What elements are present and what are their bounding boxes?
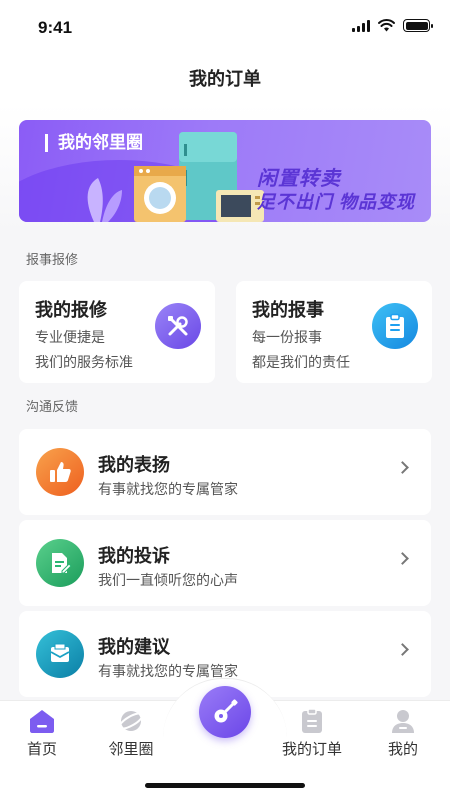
section-title-report: 报事报修	[26, 252, 79, 267]
report-card-line1: 每一份报事	[252, 329, 322, 345]
tab-neighborhood-label: 邻里圈	[108, 741, 154, 758]
battery-icon	[403, 19, 433, 32]
banner-slogan-line1: 闲置转卖	[257, 168, 341, 190]
report-card-line2: 都是我们的责任	[252, 354, 350, 370]
chevron-right-icon	[396, 461, 409, 474]
banner-label: 我的邻里圈	[45, 134, 143, 152]
section-title-feedback: 沟通反馈	[26, 399, 79, 414]
tab-orders[interactable]: 我的订单	[277, 708, 347, 759]
document-edit-icon	[36, 539, 84, 587]
status-bar: 9:41	[0, 0, 450, 56]
home-icon	[29, 708, 55, 734]
repair-card-title: 我的报修	[35, 300, 107, 320]
envelope-icon	[36, 630, 84, 678]
tab-home[interactable]: 首页	[7, 708, 77, 759]
repair-card-line2: 我们的服务标准	[35, 354, 133, 370]
chevron-right-icon	[396, 643, 409, 656]
praise-title: 我的表扬	[98, 455, 170, 475]
thumbs-up-icon	[36, 448, 84, 496]
tab-home-label: 首页	[26, 741, 57, 758]
order-icon	[299, 708, 325, 734]
complaint-subtitle: 我们一直倾听您的心声	[98, 572, 238, 588]
tab-profile[interactable]: 我的	[368, 708, 438, 759]
guitar-icon	[214, 699, 238, 723]
report-card[interactable]: 我的报事 每一份报事 都是我们的责任	[236, 281, 432, 383]
wifi-icon	[378, 19, 395, 32]
profile-icon	[390, 708, 416, 734]
praise-subtitle: 有事就找您的专属管家	[98, 481, 238, 497]
repair-card[interactable]: 我的报修 专业便捷是 我们的服务标准	[19, 281, 215, 383]
chevron-right-icon	[396, 552, 409, 565]
nav-bar: 我的订单	[0, 56, 450, 104]
tab-profile-label: 我的	[387, 741, 418, 758]
suggestion-title: 我的建议	[98, 637, 170, 657]
cellular-signal-icon	[352, 19, 370, 32]
banner-slogan-line2: 足不出门 物品变现	[257, 192, 416, 212]
home-indicator	[145, 783, 305, 788]
complaint-row[interactable]: 我的投诉 我们一直倾听您的心声	[19, 520, 431, 606]
center-action-button[interactable]	[199, 686, 251, 738]
complaint-title: 我的投诉	[98, 546, 170, 566]
report-card-title: 我的报事	[252, 300, 324, 320]
tab-neighborhood[interactable]: 邻里圈	[96, 708, 166, 759]
status-icons	[352, 19, 433, 32]
wrench-screwdriver-icon	[155, 303, 201, 349]
status-time: 9:41	[38, 18, 73, 37]
promo-banner[interactable]: 我的邻里圈 闲置转卖 足不出门 物品变现	[19, 120, 431, 222]
tab-orders-label: 我的订单	[281, 741, 342, 758]
repair-card-line1: 专业便捷是	[35, 329, 105, 345]
clipboard-icon	[372, 303, 418, 349]
planet-icon	[118, 708, 144, 734]
page-title: 我的订单	[189, 69, 261, 89]
praise-row[interactable]: 我的表扬 有事就找您的专属管家	[19, 429, 431, 515]
